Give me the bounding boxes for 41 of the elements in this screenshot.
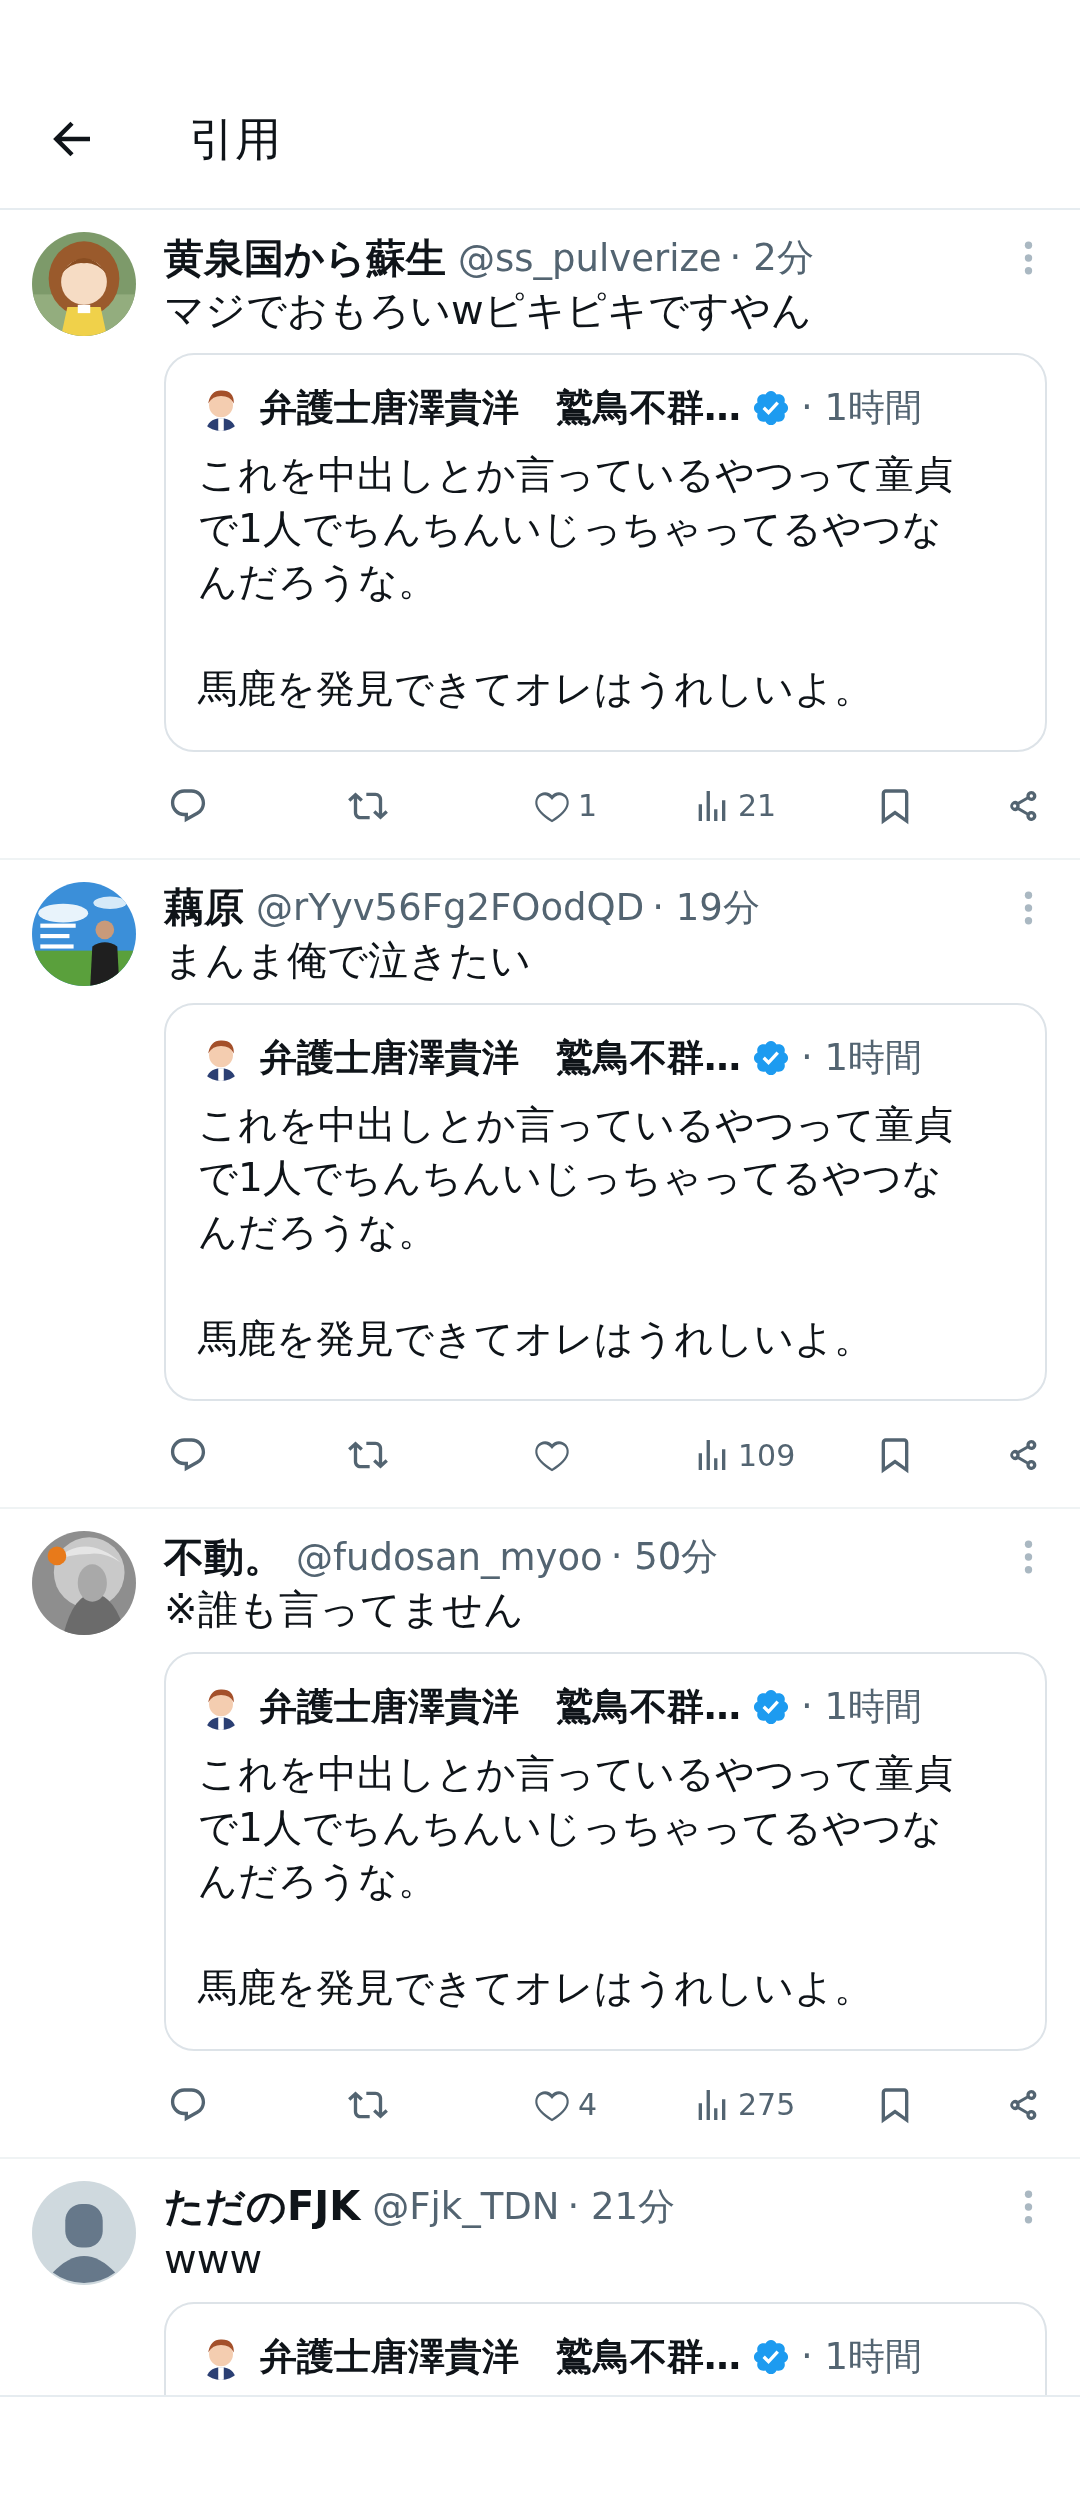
views-count: 275	[738, 2087, 796, 2122]
default-avatar-icon	[32, 2180, 136, 2285]
quoted-user-name: 弁護士唐澤貴洋 鷲鳥不群…	[260, 1684, 741, 1730]
like-count: 4	[578, 2087, 598, 2122]
quoted-post-card[interactable]: 弁護士唐澤貴洋 鷲鳥不群… · 1時間 これを中出しとか言っているやつって童貞で1人でちんちんいじっちゃってるやつなんだろうな。 馬鹿を発見できてオレはうれしいよ。	[164, 353, 1047, 752]
quoted-post-time: · 1時間	[801, 2333, 923, 2380]
quoted-post-card[interactable]: 弁護士唐澤貴洋 鷲鳥不群… · 1時間 これを中出しとか言っているやつって童貞で1人でちんちんいじっちゃってるやつなんだろうな。 馬鹿を発見できてオレはうれしいよ。	[164, 1002, 1047, 1401]
quoted-post-text: 馬鹿を発見できてオレはうれしいよ。	[198, 665, 874, 713]
user-handle: @Fjk_TDN	[372, 2185, 560, 2228]
quoted-post-card[interactable]: 弁護士唐澤貴洋 鷲鳥不群… · 1時間 これを中出しとか言っているやつって童貞で1人でちんちんいじっちゃってるやつなんだろうな。 馬鹿を発見できてオレはうれしいよ。	[164, 1652, 1047, 2051]
quoted-post-time: · 1時間	[801, 385, 923, 431]
quoted-post-text: 馬鹿を発見できてオレはうれしいよ。	[198, 1314, 874, 1363]
post-text: まんま俺で泣きたい	[164, 935, 532, 985]
like-count: 1	[578, 788, 598, 823]
views-count: 21	[738, 788, 777, 823]
quoted-post-time: · 1時間	[801, 1034, 923, 1081]
post-time: · 19分	[652, 884, 760, 931]
quoted-post-text: これを中出しとか言っているやつって童貞で1人でちんちんいじっちゃってるやつなんだろうな。	[198, 451, 954, 606]
user-name: ただのFJK	[164, 2182, 361, 2231]
post-text: マジでおもろいwピキピキですやん	[164, 286, 813, 335]
quoted-post-text: 馬鹿を発見できてオレはうれしいよ。	[198, 1964, 874, 2012]
post-text: www	[164, 2234, 264, 2284]
page-title: 引用	[189, 111, 281, 168]
views-count: 109	[738, 1437, 796, 1473]
post-time: · 50分	[610, 1534, 719, 1580]
post-time: · 21分	[567, 2183, 676, 2230]
quoted-post-text: これを中出しとか言っているやつって童貞で1人でちんちんいじっちゃってるやつなんだろうな。	[198, 1750, 954, 1905]
user-name: 不動。	[164, 1532, 284, 1582]
user-handle: @fudosan_myoo	[296, 1535, 603, 1579]
quoted-post-card[interactable]: 弁護士唐澤貴洋 鷲鳥不群… · 1時間	[164, 2301, 1047, 2395]
post-time: · 2分	[729, 235, 814, 281]
quoted-user-name: 弁護士唐澤貴洋 鷲鳥不群…	[260, 2333, 741, 2380]
user-name: 藕原	[164, 883, 244, 932]
quoted-post-text: これを中出しとか言っているやつって童貞で1人でちんちんいじっちゃってるやつなんだろうな。	[198, 1100, 954, 1256]
user-handle: @rYyv56Fg2FOodQD	[256, 886, 645, 929]
quoted-post-time: · 1時間	[801, 1684, 923, 1730]
post-text: ※誰も言ってません	[164, 1585, 525, 1634]
user-handle: @ss_pulverize	[458, 236, 722, 280]
quoted-user-name: 弁護士唐澤貴洋 鷲鳥不群…	[260, 1034, 741, 1081]
user-name: 黄泉国から蘇生	[164, 233, 446, 283]
quoted-user-name: 弁護士唐澤貴洋 鷲鳥不群…	[260, 385, 741, 431]
